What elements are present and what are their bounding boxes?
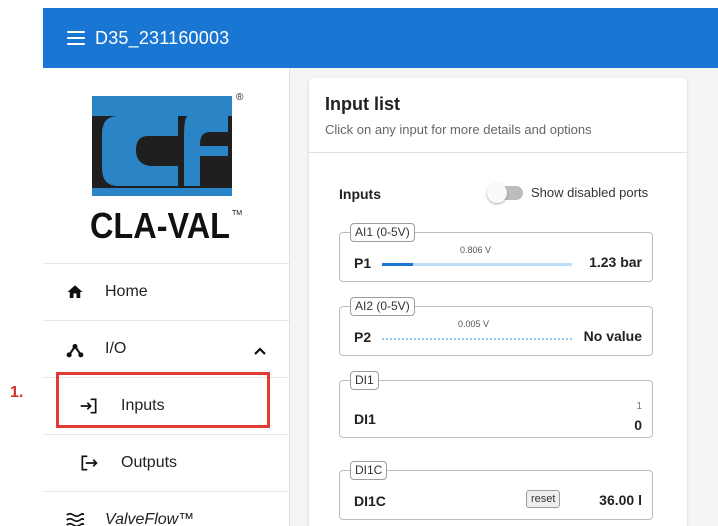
input-port-di1c[interactable]: DI1C DI1C reset 36.00 l xyxy=(339,461,653,520)
sidebar-item-valveflow[interactable]: ValveFlow™ xyxy=(43,491,289,526)
app-window: D35_231160003 ® CLA-VAL TM Home I/O Inpu… xyxy=(43,8,718,526)
sidebar-item-home[interactable]: Home xyxy=(43,263,289,320)
port-tag: DI1 xyxy=(350,371,379,390)
level-bar-fill xyxy=(382,263,413,266)
input-port-di1[interactable]: DI1 DI1 1 0 xyxy=(339,371,653,438)
sidebar-item-label: ValveFlow™ xyxy=(105,511,195,526)
show-disabled-ports-toggle[interactable] xyxy=(487,183,523,203)
sidebar: ® CLA-VAL TM Home I/O Inputs Outputs Val… xyxy=(43,68,290,526)
port-name: P1 xyxy=(354,255,372,271)
logout-arrow-icon xyxy=(79,453,99,473)
divider xyxy=(309,152,687,153)
input-port-ai2[interactable]: AI2 (0-5V) P2 0.005 V No value xyxy=(339,297,653,356)
top-app-bar: D35_231160003 xyxy=(43,8,718,68)
card-title: Input list xyxy=(325,94,400,114)
port-voltage: 0.005 V xyxy=(458,319,490,329)
sidebar-item-label: Outputs xyxy=(121,454,178,471)
app-title: D35_231160003 xyxy=(95,27,230,48)
card-subtitle: Click on any input for more details and … xyxy=(325,122,592,137)
sidebar-item-label: I/O xyxy=(105,340,127,357)
home-icon xyxy=(65,282,85,302)
port-value: No value xyxy=(583,328,642,344)
hamburger-menu-icon[interactable] xyxy=(67,31,85,45)
port-tag: AI1 (0-5V) xyxy=(350,223,415,242)
port-voltage: 0.806 V xyxy=(460,245,492,255)
port-name: DI1 xyxy=(354,411,376,427)
annotation-step-number: 1. xyxy=(10,384,24,401)
sidebar-item-io[interactable]: I/O xyxy=(43,320,289,377)
level-bar xyxy=(382,263,572,266)
logo-wordmark: CLA-VAL xyxy=(90,205,230,246)
port-value: 0 xyxy=(634,417,642,433)
port-name: P2 xyxy=(354,329,372,345)
sidebar-item-label: Home xyxy=(105,283,148,300)
reset-button[interactable]: reset xyxy=(526,490,561,508)
logo-trademark: TM xyxy=(232,210,242,217)
port-tag: DI1C xyxy=(350,461,388,480)
sidebar-item-outputs[interactable]: Outputs xyxy=(43,434,289,491)
toggle-label: Show disabled ports xyxy=(531,185,649,200)
annotation-highlight-box xyxy=(56,372,270,428)
chevron-up-icon[interactable] xyxy=(253,343,267,361)
input-port-ai1[interactable]: AI1 (0-5V) P1 0.806 V 1.23 bar xyxy=(339,223,653,282)
toggle-knob xyxy=(487,183,507,203)
waves-icon xyxy=(65,510,85,526)
port-value: 36.00 l xyxy=(599,492,642,508)
port-tag: AI2 (0-5V) xyxy=(350,297,415,316)
port-raw-value: 1 xyxy=(636,401,642,412)
port-value: 1.23 bar xyxy=(589,254,642,270)
input-list-card: Input list Click on any input for more d… xyxy=(309,78,687,526)
port-name: DI1C xyxy=(354,493,386,509)
io-tree-icon xyxy=(65,339,85,359)
inputs-heading: Inputs xyxy=(339,186,381,202)
cla-val-logo: ® CLA-VAL TM xyxy=(90,92,244,246)
registered-mark: ® xyxy=(236,92,244,103)
level-bar-empty xyxy=(382,338,572,340)
